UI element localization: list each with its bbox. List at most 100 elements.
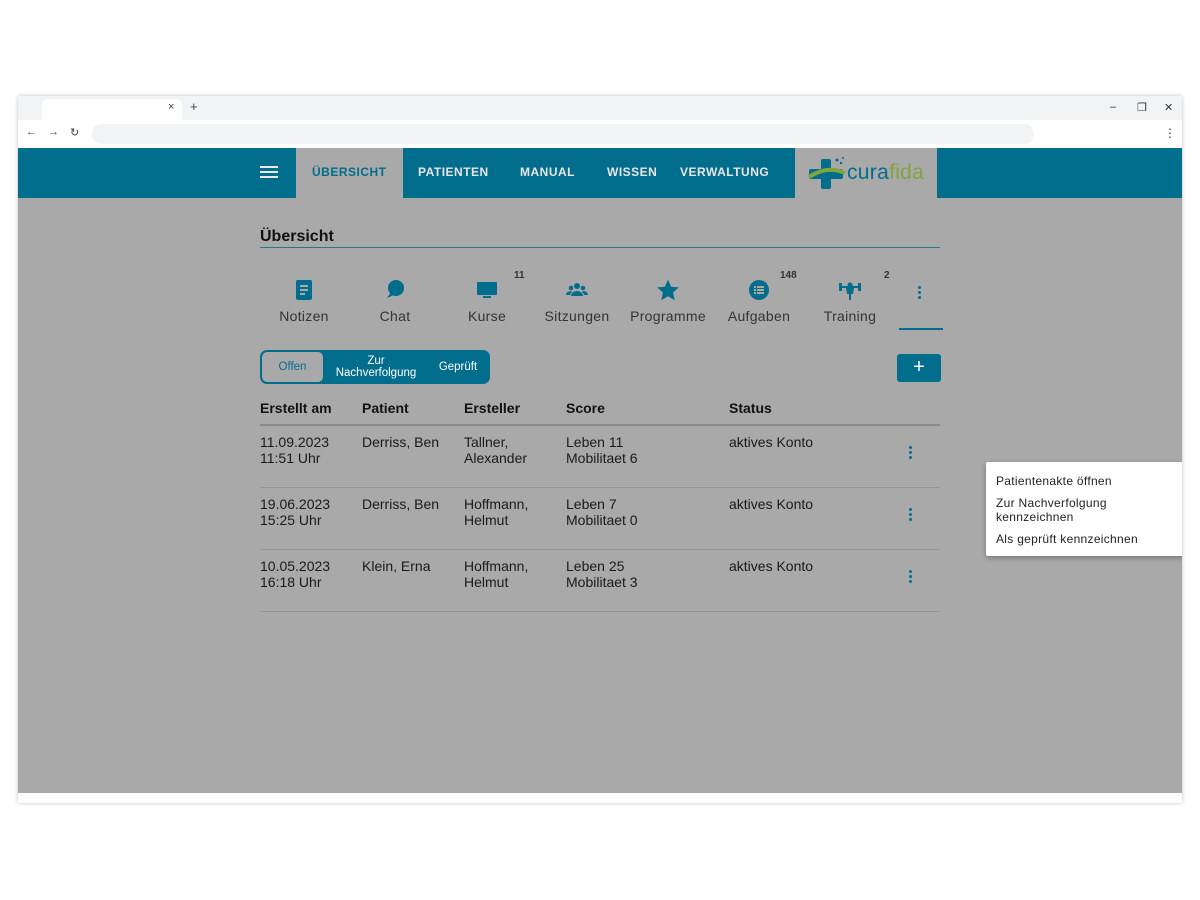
restore-icon[interactable]: ❐ — [1137, 101, 1147, 114]
menu-item-mark-followup-line1: Zur Nachverfolgung — [996, 496, 1107, 510]
forward-icon[interactable]: → — [48, 126, 59, 138]
filter-nachverfolgung-line1: Zur — [367, 355, 385, 367]
row-creator: Hoffmann, — [464, 496, 529, 512]
row-time: 11:51 Uhr — [260, 450, 321, 466]
row-date: 10.05.2023 — [260, 558, 331, 574]
row-score: Mobilitaet 0 — [566, 512, 638, 528]
hamburger-menu-icon[interactable] — [260, 163, 278, 183]
page-title: Übersicht — [260, 228, 334, 245]
section-label: Aufgaben — [727, 308, 791, 324]
row-time: 15:25 Uhr — [260, 512, 322, 528]
section-notizen[interactable]: Notizen — [259, 270, 349, 324]
filter-nachverfolgung-line2: Nachverfolgung — [335, 367, 417, 379]
nav-patienten[interactable]: PATIENTEN — [418, 148, 489, 198]
row-patient: Derriss, Ben — [362, 496, 440, 512]
address-bar: ← → ↻ ⋮ — [18, 120, 1182, 148]
table-row[interactable]: 10.05.2023 16:18 Uhr Klein, Erna Hoffmann… — [260, 550, 940, 612]
browser-menu-icon[interactable]: ⋮ — [1164, 126, 1176, 140]
row-score: Leben 11 — [566, 434, 624, 450]
section-label: Programme — [630, 308, 706, 324]
filter-nachverfolgung[interactable]: Zur Nachverfolgung — [328, 352, 424, 382]
row-status: aktives Konto — [729, 558, 814, 574]
row-menu-icon[interactable] — [905, 506, 915, 526]
aufgaben-badge: 148 — [780, 270, 797, 281]
section-training[interactable]: Training — [805, 270, 895, 324]
more-sections-icon[interactable] — [914, 284, 924, 304]
table-row[interactable]: 11.09.2023 11:51 Uhr Derriss, Ben Tallner… — [260, 426, 940, 488]
training-badge: 2 — [884, 270, 890, 281]
browser-tab[interactable] — [42, 99, 182, 120]
row-score: Leben 25 — [566, 558, 625, 574]
close-tab-icon[interactable]: × — [168, 101, 174, 113]
column-header-ersteller[interactable]: Ersteller — [464, 400, 520, 416]
row-date: 11.09.2023 — [260, 434, 330, 450]
section-label: Chat — [379, 308, 411, 324]
group-icon — [532, 278, 622, 308]
row-patient: Klein, Erna — [362, 558, 431, 574]
section-label: Kurse — [467, 308, 507, 324]
row-menu-icon[interactable] — [905, 568, 915, 588]
list-icon — [714, 278, 804, 308]
new-tab-icon[interactable]: + — [190, 99, 198, 114]
row-score: Mobilitaet 6 — [566, 450, 638, 466]
reload-icon[interactable]: ↻ — [70, 126, 79, 139]
menu-item-open-record[interactable]: Patientenakte öffnen — [996, 474, 1112, 488]
nav-manual[interactable]: MANUAL — [520, 148, 575, 198]
column-header-patient[interactable]: Patient — [362, 400, 409, 416]
row-creator: Tallner, — [464, 434, 509, 450]
minimize-icon[interactable]: – — [1110, 101, 1116, 113]
star-icon — [623, 278, 713, 308]
column-header-erstellt[interactable]: Erstellt am — [260, 400, 332, 416]
nav-uebersicht[interactable]: ÜBERSICHT — [296, 148, 403, 198]
status-filter-toggle: Offen Zur Nachverfolgung Geprüft — [260, 350, 490, 384]
row-creator: Helmut — [464, 574, 509, 590]
monitor-icon — [442, 278, 532, 308]
row-context-menu: Patientenakte öffnen Zur Nachverfolgung … — [986, 462, 1182, 556]
nav-verwaltung[interactable]: VERWALTUNG — [680, 148, 769, 198]
row-creator: Helmut — [464, 512, 509, 528]
filter-geprueft[interactable]: Geprüft — [428, 352, 488, 382]
row-status: aktives Konto — [729, 434, 814, 450]
row-creator: Hoffmann, — [464, 558, 529, 574]
row-creator: Alexander — [464, 450, 528, 466]
nav-wissen[interactable]: WISSEN — [607, 148, 657, 198]
close-window-icon[interactable]: ✕ — [1164, 101, 1173, 114]
row-date: 19.06.2023 — [260, 496, 331, 512]
section-programme[interactable]: Programme — [623, 270, 713, 324]
menu-item-mark-checked[interactable]: Als geprüft kennzeichnen — [996, 532, 1138, 546]
row-score: Leben 7 — [566, 496, 617, 512]
logo-cross-icon — [807, 157, 846, 189]
row-patient: Derriss, Ben — [362, 434, 440, 450]
chat-icon — [350, 278, 440, 308]
section-label: Training — [823, 308, 877, 324]
logo-text-fida: fida — [889, 161, 925, 184]
filter-offen[interactable]: Offen — [262, 352, 323, 382]
section-label: Notizen — [279, 308, 329, 324]
section-icon-bar: Notizen Chat Kurse 11 Sitzungen Programm… — [259, 270, 943, 330]
tab-strip: × + – ❐ ✕ — [18, 96, 1182, 120]
row-score: Mobilitaet 3 — [566, 574, 638, 590]
column-header-score[interactable]: Score — [566, 400, 605, 416]
title-divider — [260, 247, 940, 248]
kurse-badge: 11 — [514, 270, 525, 281]
section-sitzungen[interactable]: Sitzungen — [532, 270, 622, 324]
logo-text-cura: cura — [847, 161, 890, 184]
note-icon — [259, 278, 349, 308]
column-header-status[interactable]: Status — [729, 400, 772, 416]
weightlifter-icon — [805, 278, 895, 308]
row-time: 16:18 Uhr — [260, 574, 322, 590]
curafida-logo[interactable]: curafida — [795, 148, 937, 198]
url-input[interactable] — [92, 124, 1034, 144]
table-row[interactable]: 19.06.2023 15:25 Uhr Derriss, Ben Hoffman… — [260, 488, 940, 550]
row-menu-icon[interactable] — [905, 444, 915, 464]
top-navigation: ÜBERSICHT PATIENTEN MANUAL WISSEN VERWAL… — [18, 148, 1182, 198]
row-status: aktives Konto — [729, 496, 814, 512]
section-label: Sitzungen — [544, 308, 610, 324]
add-button[interactable]: + — [897, 354, 941, 382]
menu-item-mark-followup-line2: kennzeichnen — [996, 510, 1074, 524]
browser-window: × + – ❐ ✕ ← → ↻ ⋮ ÜBERSICHT PATIENTEN MA… — [18, 96, 1182, 803]
back-icon[interactable]: ← — [26, 126, 37, 138]
more-tab-indicator — [899, 328, 943, 330]
menu-item-mark-followup[interactable]: Zur Nachverfolgung kennzeichnen — [996, 496, 1136, 524]
section-chat[interactable]: Chat — [350, 270, 440, 324]
